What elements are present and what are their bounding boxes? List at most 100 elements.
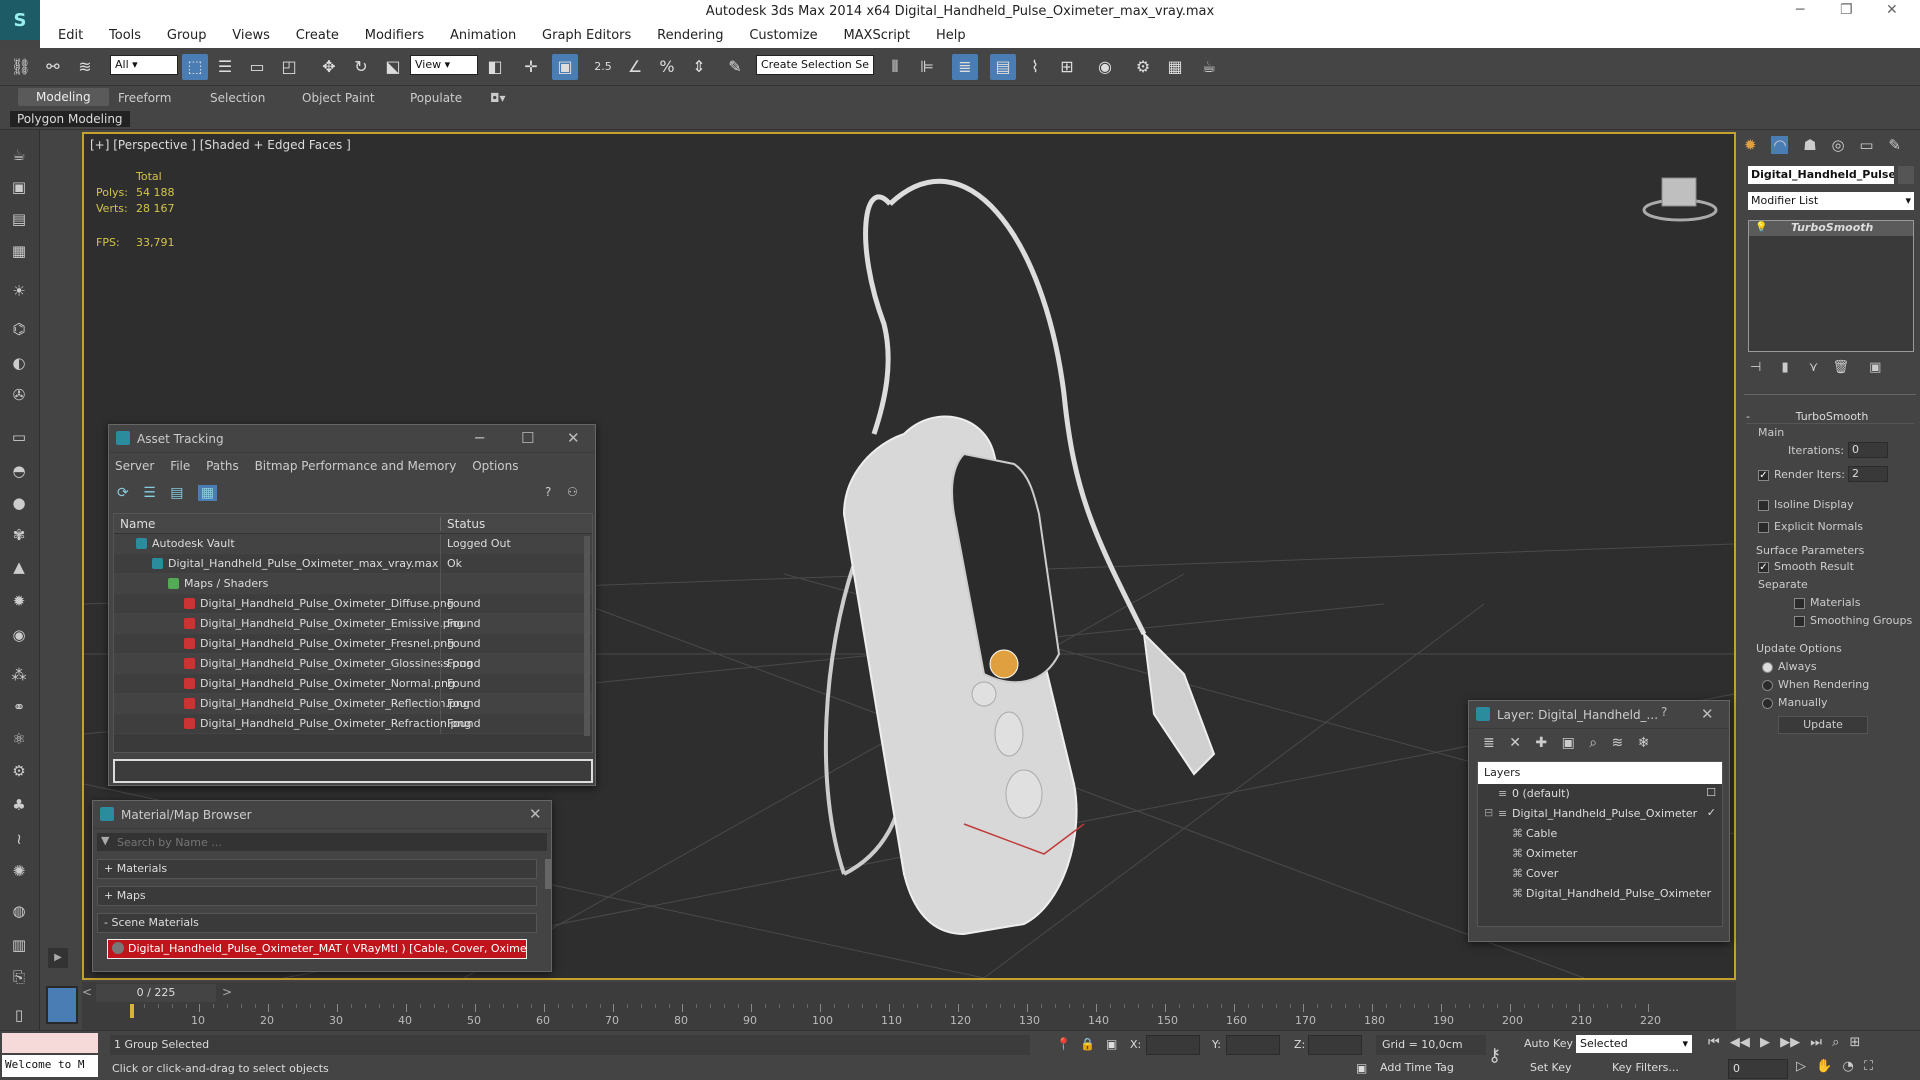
layer-delete-icon[interactable]: ✕: [1509, 735, 1521, 751]
menu-create[interactable]: Create: [284, 24, 349, 43]
asset-row[interactable]: Digital_Handheld_Pulse_Oximeter_Fresnel.…: [114, 634, 592, 654]
render-production-icon[interactable]: ☕: [1196, 54, 1222, 80]
menu-modifiers[interactable]: Modifiers: [353, 24, 434, 43]
menu-help[interactable]: Help: [924, 24, 976, 43]
layer-freeze-icon[interactable]: ❄: [1638, 735, 1650, 751]
restore-button[interactable]: ❐: [1840, 2, 1853, 18]
torus-icon[interactable]: ◉: [8, 624, 30, 646]
stack-item-turbosmooth[interactable]: 💡 TurboSmooth: [1749, 221, 1913, 236]
document-icon[interactable]: ▯: [8, 1004, 30, 1026]
always-radio[interactable]: [1762, 661, 1773, 673]
current-frame-marker[interactable]: [130, 1004, 134, 1018]
asset-row[interactable]: Digital_Handheld_Pulse_Oximeter_Reflecti…: [114, 694, 592, 714]
lightbulb-icon[interactable]: 💡: [1755, 222, 1767, 233]
tab-selection[interactable]: Selection: [210, 91, 265, 105]
pin-stack-icon[interactable]: ⊣: [1750, 360, 1761, 375]
menu-customize[interactable]: Customize: [737, 24, 827, 43]
percent-snap-icon[interactable]: %: [654, 54, 680, 80]
track-bar[interactable]: 10 20 30 40 50 60 70 80 90 100 110 120 130 140 150 160 1…: [82, 1004, 1736, 1030]
utilities-tab-icon[interactable]: ✎: [1888, 136, 1901, 154]
snap-toggle-icon[interactable]: 2.5: [590, 54, 616, 80]
angle-snap-icon[interactable]: ∠: [622, 54, 648, 80]
next-frame-icon[interactable]: ▶▶: [1780, 1035, 1800, 1050]
maps-section[interactable]: + Maps: [97, 886, 537, 906]
object-name-field[interactable]: Digital_Handheld_Pulse_: [1748, 166, 1894, 184]
material-close-button[interactable]: ✕: [529, 805, 542, 823]
isolate-icon[interactable]: 📍: [1056, 1037, 1071, 1051]
table-view-icon[interactable]: ▦: [197, 485, 218, 501]
go-to-end-icon[interactable]: ⏭: [1810, 1035, 1822, 1050]
when-rendering-radio[interactable]: [1762, 679, 1773, 691]
asset-row[interactable]: Maps / Shaders: [114, 574, 592, 594]
rendered-frame-window-icon[interactable]: ▦: [1162, 54, 1188, 80]
asset-row[interactable]: Digital_Handheld_Pulse_Oximeter_max_vray…: [114, 554, 592, 574]
unlink-icon[interactable]: ⚯: [40, 54, 66, 80]
edit-named-selection-icon[interactable]: ✎: [722, 54, 748, 80]
render-iters-spinner[interactable]: 2: [1848, 466, 1888, 482]
bind-spacewarp-icon[interactable]: ≋: [72, 54, 98, 80]
absolute-mode-icon[interactable]: ▣: [1106, 1037, 1117, 1051]
layer-close-button[interactable]: ✕: [1701, 705, 1714, 723]
modify-tab-icon[interactable]: ◠: [1771, 136, 1789, 154]
menu-views[interactable]: Views: [220, 24, 280, 43]
time-slider[interactable]: < 0 / 225 >: [82, 982, 1736, 1004]
light-icon[interactable]: ☀: [8, 280, 30, 302]
keyboard-shortcut-override-icon[interactable]: ▣: [552, 54, 578, 80]
select-by-name-icon[interactable]: ☰: [212, 54, 238, 80]
layer-select-icon[interactable]: ▣: [1562, 735, 1575, 751]
zoom-icon[interactable]: ⌕: [1832, 1035, 1839, 1050]
maxscript-listener-top[interactable]: [2, 1033, 98, 1053]
grid-icon[interactable]: ▦: [8, 240, 30, 262]
asset-row[interactable]: Digital_Handheld_Pulse_Oximeter_Normal.p…: [114, 674, 592, 694]
vault-help-icon[interactable]: ⚇: [567, 485, 578, 499]
app-logo-button[interactable]: S: [0, 0, 40, 40]
x-coordinate-field[interactable]: [1146, 1035, 1200, 1055]
link-icon[interactable]: ⛓: [8, 54, 34, 80]
zoom-all-icon[interactable]: ⊞: [1850, 1035, 1861, 1050]
object-color-swatch[interactable]: [1898, 166, 1914, 184]
add-time-tag[interactable]: Add Time Tag: [1380, 1061, 1454, 1074]
render-frame-icon[interactable]: ▥: [8, 934, 30, 956]
sphere-icon[interactable]: ●: [8, 492, 30, 514]
iterations-spinner[interactable]: 0: [1848, 442, 1888, 458]
render-icon[interactable]: ▣: [8, 176, 30, 198]
turbosmooth-rollout-header[interactable]: - TurboSmooth: [1746, 410, 1914, 424]
scene-materials-section[interactable]: - Scene Materials: [97, 913, 537, 933]
ribbon-options-icon[interactable]: ◘▾: [490, 91, 506, 105]
fur-icon[interactable]: ✺: [8, 860, 30, 882]
named-selection-sets-dropdown[interactable]: Create Selection Se: [756, 55, 874, 75]
asset-path-field[interactable]: [113, 759, 593, 783]
play-icon[interactable]: ▶: [1760, 1035, 1770, 1050]
menu-group[interactable]: Group: [155, 24, 217, 43]
layer-item[interactable]: ≡ Digital_Handheld_Pulse_Oximeter ✓ ⊟: [1478, 804, 1722, 824]
asset-maximize-button[interactable]: ☐: [521, 429, 534, 447]
scene-explorer-icon[interactable]: ▤: [8, 208, 30, 230]
modifier-list-dropdown[interactable]: Modifier List ▾: [1748, 192, 1914, 210]
lock-selection-icon[interactable]: 🔒: [1080, 1037, 1095, 1051]
menu-tools[interactable]: Tools: [97, 24, 151, 43]
cone-icon[interactable]: ▲: [8, 556, 30, 578]
refresh-icon[interactable]: ⟳: [117, 485, 129, 501]
atom-icon[interactable]: ⚛: [8, 728, 30, 750]
z-coordinate-field[interactable]: [1308, 1035, 1362, 1055]
layer-add-icon[interactable]: ✚: [1535, 735, 1547, 751]
material-browser-header[interactable]: Material/Map Browser: [93, 801, 551, 829]
material-scrollbar[interactable]: [545, 859, 551, 889]
make-unique-icon[interactable]: ⋎: [1809, 360, 1819, 375]
particles-icon[interactable]: ⁂: [8, 664, 30, 686]
film-icon[interactable]: ✇: [8, 384, 30, 406]
current-frame-field[interactable]: 0: [1728, 1059, 1788, 1079]
remove-modifier-icon[interactable]: 🗑: [1832, 360, 1849, 375]
select-manipulate-icon[interactable]: ✛: [518, 54, 544, 80]
tab-modeling[interactable]: Modeling: [18, 88, 109, 106]
hair-icon[interactable]: ≀: [8, 828, 30, 850]
pivot-center-icon[interactable]: ◧: [482, 54, 508, 80]
menu-animation[interactable]: Animation: [438, 24, 526, 43]
layer-highlight-icon[interactable]: ⌕: [1589, 735, 1597, 751]
next-frame-arrow-icon[interactable]: >: [222, 985, 232, 999]
grass-icon[interactable]: ♣: [8, 794, 30, 816]
update-button[interactable]: Update: [1778, 716, 1868, 734]
rect-selection-icon[interactable]: ▭: [244, 54, 270, 80]
scene-material-item[interactable]: Digital_Handheld_Pulse_Oximeter_MAT ( VR…: [107, 939, 527, 959]
set-key-icon[interactable]: ⚷: [1488, 1045, 1501, 1066]
